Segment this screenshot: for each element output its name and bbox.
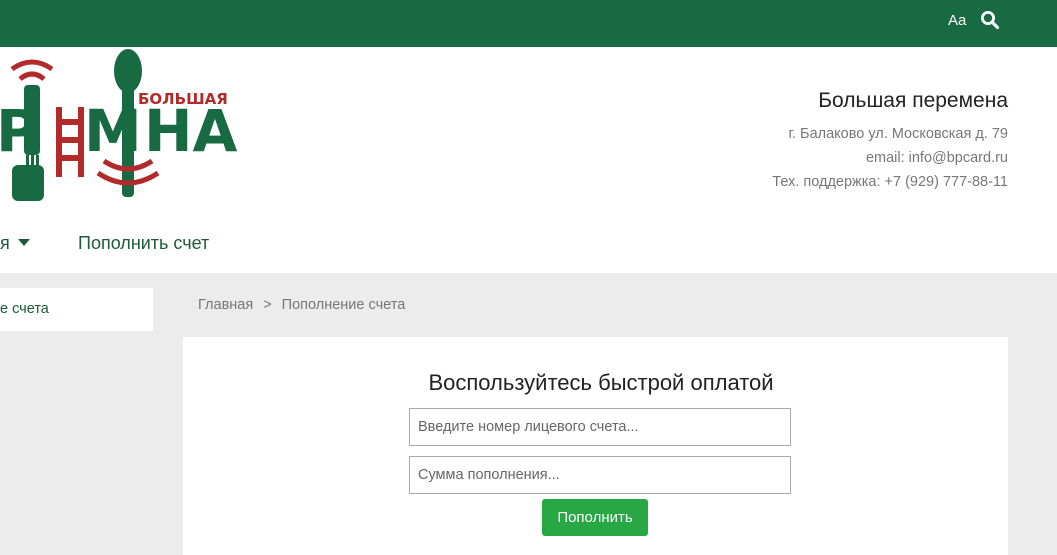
breadcrumb-separator: > — [263, 297, 272, 313]
breadcrumb: Главная > Пополнение счета — [198, 297, 405, 313]
support-phone-text: Тех. поддержка: +7 (929) 777-88-11 — [772, 174, 1008, 190]
font-size-toggle[interactable]: Aa — [948, 12, 966, 29]
nav-item-label: я — [0, 233, 10, 253]
address-text: г. Балаково ул. Московская д. 79 — [788, 126, 1008, 142]
breadcrumb-home-link[interactable]: Главная — [198, 297, 253, 313]
sidebar-item-top-up[interactable]: е счета — [0, 288, 153, 331]
top-bar: Aa — [0, 0, 1057, 47]
breadcrumb-current: Пополнение счета — [281, 297, 406, 313]
search-icon[interactable] — [980, 10, 1000, 30]
payment-title: Воспользуйтесь быстрой оплатой — [428, 370, 774, 395]
svg-text:М: М — [84, 97, 142, 165]
caret-down-icon — [17, 238, 30, 246]
nav-item-top-up[interactable]: Пополнить счет — [78, 233, 209, 254]
amount-input[interactable] — [409, 456, 791, 494]
svg-text:Р: Р — [0, 97, 39, 165]
top-up-button[interactable]: Пополнить — [542, 499, 648, 536]
site-name: Большая перемена — [818, 89, 1008, 112]
main-nav: я Пополнить счет — [0, 227, 1057, 263]
svg-text:БОЛЬШАЯ: БОЛЬШАЯ — [138, 90, 228, 108]
account-number-input[interactable] — [409, 408, 791, 446]
contact-info: Большая перемена г. Балаково ул. Московс… — [772, 89, 1008, 194]
site-header: Р М НА БОЛЬШАЯ Большая перемена г. Балак… — [0, 47, 1057, 273]
payment-card: Воспользуйтесь быстрой оплатой Пополнить — [183, 337, 1008, 555]
site-logo[interactable]: Р М НА БОЛЬШАЯ — [0, 47, 260, 207]
nav-item-dropdown[interactable]: я — [0, 233, 30, 254]
email-text: email: info@bpcard.ru — [865, 150, 1008, 166]
